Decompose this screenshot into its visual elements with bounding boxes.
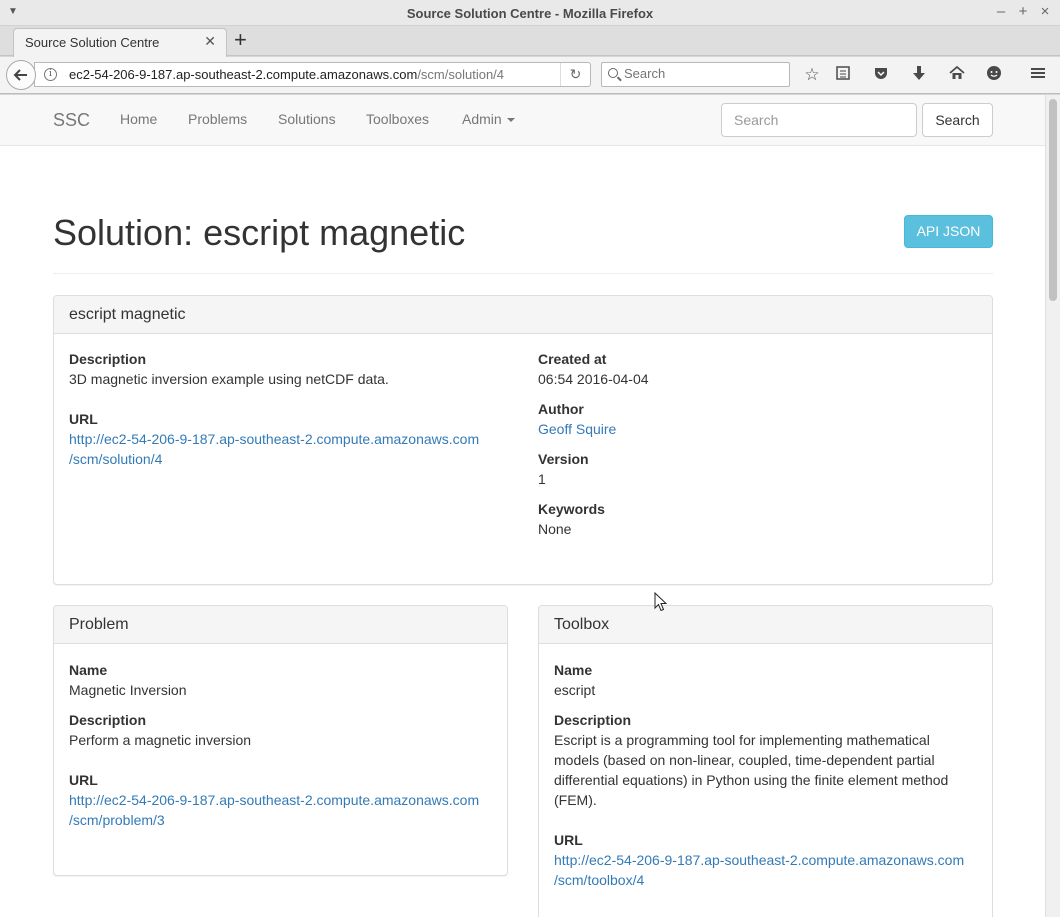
toolbox-panel-heading: Toolbox <box>539 606 992 644</box>
solution-description-field: Description 3D magnetic inversion exampl… <box>69 349 389 389</box>
reload-icon[interactable]: ↻ <box>560 63 590 86</box>
hello-chat-icon[interactable] <box>983 65 1005 86</box>
home-icon[interactable] <box>946 65 968 86</box>
reading-list-icon[interactable] <box>832 65 854 86</box>
toolbox-url-line2: /scm/toolbox/4 <box>554 872 645 888</box>
url-host: ec2-54-206-9-187.ap-southeast-2.compute.… <box>69 67 418 82</box>
version-value: 1 <box>538 471 546 487</box>
solution-url-line2: /scm/solution/4 <box>69 451 163 467</box>
browser-search-box[interactable] <box>601 62 790 87</box>
maximize-button[interactable]: + <box>1014 3 1032 20</box>
toolbox-panel: Toolbox Name escript Description Escript… <box>538 605 993 917</box>
keywords-field: Keywords None <box>538 499 605 539</box>
url-text[interactable]: ec2-54-206-9-187.ap-southeast-2.compute.… <box>69 67 504 82</box>
url-bar[interactable]: i ec2-54-206-9-187.ap-southeast-2.comput… <box>34 62 591 87</box>
problem-name-value: Magnetic Inversion <box>69 682 187 698</box>
api-json-button[interactable]: API JSON <box>904 215 993 248</box>
page-scrollbar[interactable] <box>1045 95 1060 917</box>
url-path: /scm/solution/4 <box>417 67 505 82</box>
problem-url-line1: http://ec2-54-206-9-187.ap-southeast-2.c… <box>69 792 480 808</box>
toolbox-name-value: escript <box>554 682 596 698</box>
toolbox-description-label: Description <box>554 712 632 728</box>
back-button[interactable] <box>6 60 36 90</box>
problem-url-link[interactable]: http://ec2-54-206-9-187.ap-southeast-2.c… <box>69 790 479 830</box>
pocket-icon[interactable] <box>870 65 892 86</box>
browser-toolbar: i ec2-54-206-9-187.ap-southeast-2.comput… <box>0 57 1060 94</box>
keywords-value: None <box>538 521 572 537</box>
minimize-button[interactable]: – <box>992 3 1010 20</box>
toolbox-name-label: Name <box>554 662 593 678</box>
toolbox-description-field: Description Escript is a programming too… <box>554 710 948 810</box>
toolbox-url-line1: http://ec2-54-206-9-187.ap-southeast-2.c… <box>554 852 965 868</box>
problem-panel: Problem Name Magnetic Inversion Descript… <box>53 605 508 876</box>
solution-url-label: URL <box>69 411 98 427</box>
toolbox-description-line: (FEM). <box>554 792 597 808</box>
keywords-label: Keywords <box>538 501 605 517</box>
created-at-label: Created at <box>538 351 607 367</box>
toolbox-url-label: URL <box>554 832 583 848</box>
site-search-input[interactable] <box>721 103 917 137</box>
nav-home[interactable]: Home <box>120 111 157 127</box>
solution-panel: escript magnetic Description 3D magnetic… <box>53 295 993 585</box>
problem-url-label: URL <box>69 772 98 788</box>
solution-panel-heading: escript magnetic <box>54 296 992 334</box>
created-at-value: 06:54 2016-04-04 <box>538 371 649 387</box>
tab-close-icon[interactable]: ✕ <box>204 33 216 50</box>
mouse-cursor-icon <box>654 592 668 612</box>
caret-down-icon <box>506 118 515 123</box>
solution-url-link[interactable]: http://ec2-54-206-9-187.ap-southeast-2.c… <box>69 429 479 469</box>
nav-solutions[interactable]: Solutions <box>278 111 336 127</box>
tab-source-solution-centre[interactable]: Source Solution Centre ✕ <box>13 28 227 57</box>
downloads-icon[interactable] <box>908 65 930 86</box>
site-search-button[interactable]: Search <box>922 103 993 137</box>
new-tab-button[interactable]: + <box>234 28 247 52</box>
solution-description-label: Description <box>69 351 147 367</box>
problem-description-value: Perform a magnetic inversion <box>69 732 252 748</box>
problem-url-field: URL http://ec2-54-206-9-187.ap-southeast… <box>69 770 479 830</box>
nav-admin-dropdown[interactable]: Admin <box>462 111 515 127</box>
browser-search-input[interactable] <box>624 66 784 81</box>
toolbox-url-field: URL http://ec2-54-206-9-187.ap-southeast… <box>554 830 964 890</box>
site-info-icon[interactable]: i <box>44 68 57 81</box>
created-at-field: Created at 06:54 2016-04-04 <box>538 349 649 389</box>
navbar-brand[interactable]: SSC <box>53 110 90 131</box>
close-window-button[interactable]: × <box>1036 3 1054 20</box>
author-label: Author <box>538 401 584 417</box>
problem-url-line2: /scm/problem/3 <box>69 812 165 828</box>
solution-url-line1: http://ec2-54-206-9-187.ap-southeast-2.c… <box>69 431 480 447</box>
nav-toolboxes[interactable]: Toolboxes <box>366 111 429 127</box>
window-title: Source Solution Centre - Mozilla Firefox <box>406 6 654 21</box>
toolbox-name-field: Name escript <box>554 660 595 700</box>
page-viewport: SSC Home Problems Solutions Toolboxes Ad… <box>0 95 1045 917</box>
scrollbar-thumb[interactable] <box>1049 99 1057 301</box>
window-titlebar: ▼ Source Solution Centre - Mozilla Firef… <box>0 0 1060 26</box>
tab-label: Source Solution Centre <box>25 35 160 50</box>
toolbox-description-line: models (based on non-linear, coupled, ti… <box>554 752 935 768</box>
problem-name-field: Name Magnetic Inversion <box>69 660 187 700</box>
solution-url-field: URL http://ec2-54-206-9-187.ap-southeast… <box>69 409 479 469</box>
version-field: Version 1 <box>538 449 589 489</box>
nav-problems[interactable]: Problems <box>188 111 247 127</box>
page-title: Solution: escript magnetic <box>53 212 466 253</box>
toolbox-url-link[interactable]: http://ec2-54-206-9-187.ap-southeast-2.c… <box>554 850 964 890</box>
bookmark-star-icon[interactable]: ☆ <box>801 65 823 85</box>
search-icon <box>608 68 618 78</box>
problem-description-label: Description <box>69 712 147 728</box>
solution-description-value: 3D magnetic inversion example using netC… <box>69 371 389 387</box>
problem-name-label: Name <box>69 662 108 678</box>
toolbox-description-line: differential equations) in Python using … <box>554 772 949 788</box>
author-field: Author Geoff Squire <box>538 399 616 439</box>
nav-admin-label: Admin <box>462 111 502 127</box>
toolbox-description-line: Escript is a programming tool for implem… <box>554 732 930 748</box>
version-label: Version <box>538 451 589 467</box>
author-link[interactable]: Geoff Squire <box>538 419 616 439</box>
hamburger-menu-icon[interactable] <box>1027 65 1049 86</box>
site-navbar: SSC Home Problems Solutions Toolboxes Ad… <box>0 95 1045 146</box>
back-arrow-icon <box>13 69 27 81</box>
tab-strip: Source Solution Centre ✕ + <box>0 26 1060 57</box>
header-divider <box>53 273 993 274</box>
problem-description-field: Description Perform a magnetic inversion <box>69 710 251 750</box>
problem-panel-heading: Problem <box>54 606 507 644</box>
